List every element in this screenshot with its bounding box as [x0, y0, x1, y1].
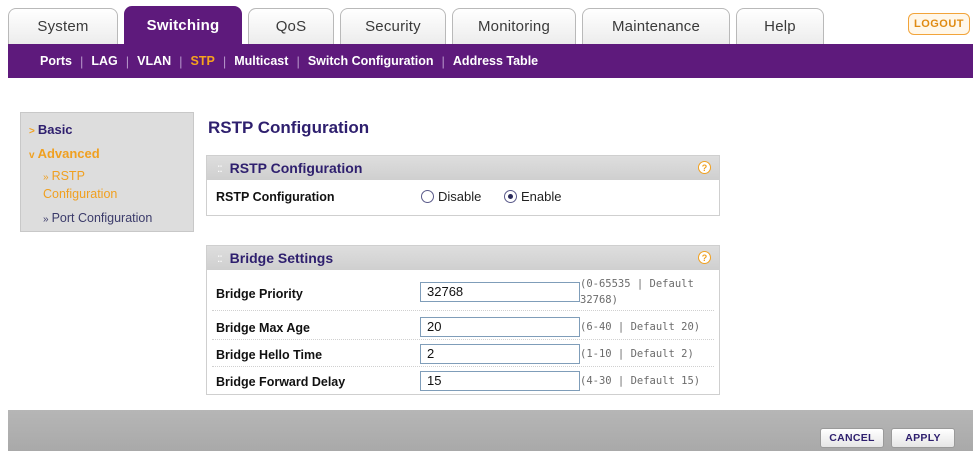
chevron-right-icon: >	[29, 126, 35, 137]
grip-icon: ::	[217, 251, 223, 265]
sidebar-item-basic[interactable]: > Basic	[29, 122, 73, 137]
subnav-multicast[interactable]: Multicast	[234, 54, 288, 68]
help-icon[interactable]: ?	[698, 251, 711, 264]
bridge-priority-label: Bridge Priority	[216, 287, 303, 301]
bridge-max-age-hint: (6-40 | Default 20)	[580, 321, 701, 333]
help-icon[interactable]: ?	[698, 161, 711, 174]
radio-label: Enable	[521, 189, 562, 204]
cancel-button[interactable]: CANCEL	[820, 428, 884, 448]
radio-circle	[421, 190, 434, 203]
page-title: RSTP Configuration	[208, 118, 370, 137]
chevron-down-icon: v	[29, 150, 35, 161]
bridge-forward-delay-label: Bridge Forward Delay	[216, 375, 346, 389]
subnav-vlan[interactable]: VLAN	[137, 54, 171, 68]
sidebar-item-advanced[interactable]: v Advanced	[29, 146, 100, 161]
bridge-hello-time-hint: (1-10 | Default 2)	[580, 348, 694, 360]
subnav-stp[interactable]: STP	[191, 54, 215, 68]
sidebar-item-rstp-configuration[interactable]: » RSTP Configuration	[43, 168, 117, 203]
panel-header: :: RSTP Configuration ?	[207, 156, 719, 180]
tab-qos[interactable]: QoS	[248, 8, 334, 44]
sidebar-item-label: Port Configuration	[51, 211, 153, 225]
subnav-separator: |	[441, 53, 445, 69]
rstp-configuration-label: RSTP Configuration	[216, 190, 335, 204]
bridge-max-age-label: Bridge Max Age	[216, 321, 311, 335]
subnav-separator: |	[79, 53, 84, 69]
subnav-lag[interactable]: LAG	[91, 54, 117, 68]
bridge-forward-delay-input[interactable]: 15	[420, 371, 580, 391]
tab-system[interactable]: System	[8, 8, 118, 44]
panel-title: RSTP Configuration	[229, 160, 363, 176]
subnav-ports[interactable]: Ports	[40, 54, 72, 68]
radio-enable[interactable]: Enable	[504, 189, 561, 204]
bridge-priority-input[interactable]: 32768	[420, 282, 580, 302]
radio-label: Disable	[438, 189, 482, 204]
sidebar-item-label: Basic	[37, 122, 73, 137]
tab-switching[interactable]: Switching	[124, 6, 242, 44]
bridge-hello-time-label: Bridge Hello Time	[216, 348, 323, 362]
grip-icon: ::	[217, 161, 223, 175]
rstp-configuration-panel: :: RSTP Configuration ? RSTP Configurati…	[206, 155, 720, 216]
bridge-max-age-input[interactable]: 20	[420, 317, 580, 337]
bridge-forward-delay-hint: (4-30 | Default 15)	[580, 375, 701, 387]
bridge-settings-panel: :: Bridge Settings ? Bridge Priority 327…	[206, 245, 720, 395]
subnav-separator: |	[296, 53, 300, 69]
hint-line: 32768)	[580, 294, 618, 306]
hint-line: (0-65535 | Default	[580, 278, 694, 290]
sidebar-item-port-configuration[interactable]: » Port Configuration	[43, 211, 152, 225]
sub-nav: Ports | LAG | VLAN | STP | Multicast | S…	[8, 44, 973, 78]
radio-circle	[504, 190, 517, 203]
bullet-icon: »	[43, 214, 49, 225]
row-divider	[212, 339, 714, 340]
row-divider	[212, 310, 714, 311]
tab-security[interactable]: Security	[340, 8, 446, 44]
sidebar-item-label: Advanced	[37, 146, 100, 161]
subnav-address-table[interactable]: Address Table	[453, 54, 538, 68]
bridge-priority-hint: (0-65535 | Default 32768)	[580, 276, 694, 308]
tab-maintenance[interactable]: Maintenance	[582, 8, 730, 44]
panel-title: Bridge Settings	[229, 250, 334, 266]
subnav-switch-configuration[interactable]: Switch Configuration	[308, 54, 434, 68]
sidebar: > Basic v Advanced » RSTP Configuration » Po…	[20, 112, 194, 232]
apply-button[interactable]: APPLY	[891, 428, 955, 448]
subnav-separator: |	[125, 53, 130, 69]
logout-button[interactable]: LOGOUT	[908, 13, 970, 35]
top-tab-bar: System Switching QoS Security Monitoring…	[0, 0, 973, 44]
subnav-separator: |	[179, 53, 183, 69]
sidebar-item-label: RSTP	[51, 169, 85, 183]
row-divider	[212, 366, 714, 367]
main-tabs: System Switching QoS Security Monitoring…	[8, 6, 830, 44]
panel-header: :: Bridge Settings ?	[207, 246, 719, 270]
sidebar-item-label: Configuration	[43, 187, 118, 201]
subnav-separator: |	[222, 53, 227, 69]
bullet-icon: »	[43, 172, 49, 183]
tab-monitoring[interactable]: Monitoring	[452, 8, 576, 44]
radio-disable[interactable]: Disable	[421, 189, 481, 204]
bridge-hello-time-input[interactable]: 2	[420, 344, 580, 364]
tab-help[interactable]: Help	[736, 8, 824, 44]
